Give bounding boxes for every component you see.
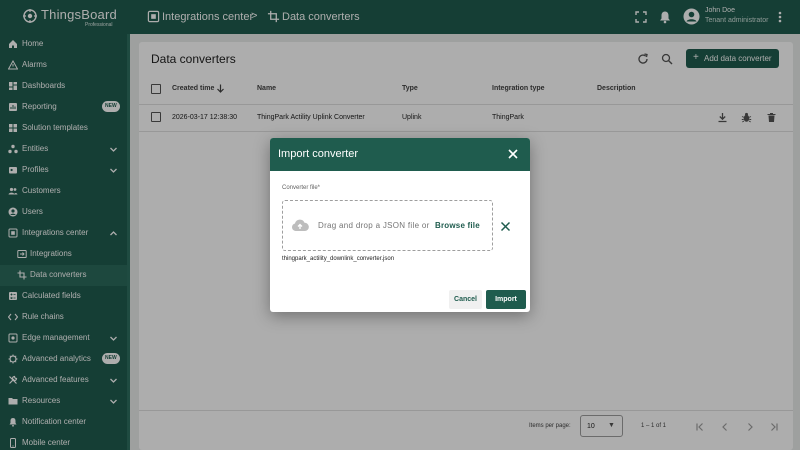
dialog-title: Import converter xyxy=(278,148,359,160)
drop-instructions: Drag and drop a JSON file or xyxy=(318,221,430,230)
cancel-button[interactable]: Cancel xyxy=(449,290,482,309)
clear-file-icon[interactable] xyxy=(500,221,511,232)
selected-file-name: thingpark_actility_downlink_converter.js… xyxy=(282,256,395,262)
cloud-upload-icon xyxy=(292,219,309,231)
converter-file-label: Converter file* xyxy=(282,185,321,191)
file-dropzone[interactable]: Drag and drop a JSON file or Browse file xyxy=(282,200,493,251)
import-converter-dialog: Import converter Converter file* Drag an… xyxy=(270,138,530,312)
browse-file-link[interactable]: Browse file xyxy=(435,221,480,230)
import-button[interactable]: Import xyxy=(486,290,526,309)
dialog-header: Import converter xyxy=(270,138,530,171)
close-icon[interactable] xyxy=(507,148,519,160)
